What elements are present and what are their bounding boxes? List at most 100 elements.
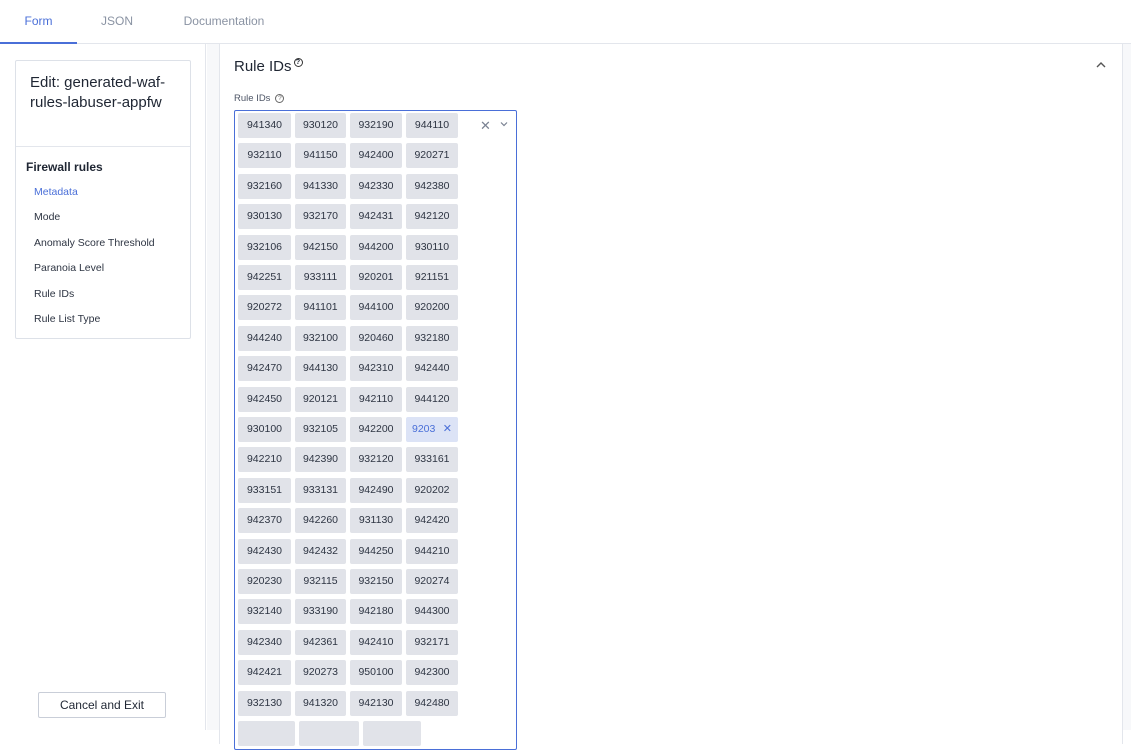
nav-item-metadata[interactable]: Metadata xyxy=(16,180,190,205)
rule-id-chip[interactable]: 941330 xyxy=(295,173,346,199)
rule-id-chip[interactable]: 931130 xyxy=(350,508,402,534)
rule-id-chip[interactable]: 942431 xyxy=(350,204,402,230)
rule-id-chip[interactable]: 941320 xyxy=(295,690,346,716)
rule-id-chip[interactable]: 944100 xyxy=(350,295,402,321)
tab-documentation[interactable]: Documentation xyxy=(174,0,274,44)
rule-id-chip[interactable]: 920230 xyxy=(238,569,291,594)
rule-id-chip[interactable]: 942430 xyxy=(238,538,291,564)
rule-id-chip[interactable]: 942310 xyxy=(350,356,402,382)
rule-id-chip[interactable]: 933190 xyxy=(295,599,346,625)
rule-id-chip[interactable]: 942150 xyxy=(295,234,346,260)
rule-id-chip[interactable]: 932120 xyxy=(350,447,402,473)
rule-id-chip[interactable]: 942480 xyxy=(406,690,458,716)
rule-id-chip[interactable]: 942432 xyxy=(295,538,346,564)
rule-id-chip[interactable]: 932140 xyxy=(238,599,291,625)
rule-id-chip[interactable]: 944110 xyxy=(406,113,458,138)
rule-id-chip[interactable]: 942470 xyxy=(238,356,291,382)
rule-id-chip[interactable]: 933131 xyxy=(295,477,346,503)
rule-id-chip[interactable]: 930100 xyxy=(238,417,291,442)
rule-id-chip[interactable]: 933161 xyxy=(406,447,458,473)
rule-id-chip[interactable] xyxy=(299,721,359,746)
tab-json[interactable]: JSON xyxy=(88,0,146,44)
nav-item-mode[interactable]: Mode xyxy=(16,205,190,230)
rule-id-chip[interactable]: 944130 xyxy=(295,356,346,382)
rule-id-chip[interactable]: 9203 ✕ xyxy=(406,417,458,442)
rule-id-chip[interactable]: 933151 xyxy=(238,477,291,503)
rule-id-chip[interactable]: 942330 xyxy=(350,173,402,199)
rule-id-chip[interactable]: 944200 xyxy=(350,234,402,260)
rule-id-chip[interactable]: 930120 xyxy=(295,113,346,138)
rule-id-chip[interactable]: 942380 xyxy=(406,173,458,199)
rule-id-chip[interactable]: 942421 xyxy=(238,660,291,686)
rule-id-chip[interactable] xyxy=(363,721,421,746)
rule-id-chip[interactable]: 942110 xyxy=(350,386,402,412)
rule-id-chip[interactable]: 920274 xyxy=(406,569,458,594)
rule-id-chip[interactable]: 942180 xyxy=(350,599,402,625)
rule-id-chip[interactable]: 942390 xyxy=(295,447,346,473)
rule-id-chip[interactable]: 942400 xyxy=(350,143,402,169)
rule-id-chip[interactable]: 942210 xyxy=(238,447,291,473)
rule-id-chip[interactable]: 932130 xyxy=(238,690,291,716)
rule-id-chip[interactable]: 944210 xyxy=(406,538,458,564)
rule-id-chip[interactable]: 942340 xyxy=(238,629,291,655)
rule-id-chip[interactable]: 920272 xyxy=(238,295,291,321)
rule-id-chip[interactable]: 920200 xyxy=(406,295,458,321)
rule-id-chip[interactable]: 942361 xyxy=(295,629,346,655)
rule-id-chip[interactable]: 932160 xyxy=(238,173,291,199)
nav-item-rule-list-type[interactable]: Rule List Type xyxy=(16,307,190,332)
question-circle-icon[interactable]: ? xyxy=(293,58,303,67)
rule-id-chip[interactable]: 932105 xyxy=(295,417,346,442)
rule-id-chip[interactable]: 920121 xyxy=(295,386,346,412)
rule-id-chip[interactable]: 920201 xyxy=(350,265,402,290)
rule-id-chip[interactable] xyxy=(238,721,295,746)
rule-id-chip[interactable]: 942410 xyxy=(350,629,402,655)
rule-id-chip[interactable]: 942130 xyxy=(350,690,402,716)
nav-item-rule-ids[interactable]: Rule IDs xyxy=(16,282,190,307)
cancel-and-exit-button[interactable]: Cancel and Exit xyxy=(38,692,166,718)
rule-id-chip[interactable]: 942420 xyxy=(406,508,458,534)
nav-item-paranoia-level[interactable]: Paranoia Level xyxy=(16,256,190,281)
rule-id-chip[interactable]: 933111 xyxy=(295,265,346,290)
rule-id-chip[interactable]: 932150 xyxy=(350,569,402,594)
rule-id-chip[interactable]: 932170 xyxy=(295,204,346,230)
rule-id-chip[interactable]: 932171 xyxy=(406,629,458,655)
rule-id-chip[interactable]: 942251 xyxy=(238,265,291,290)
rule-id-chip[interactable]: 932180 xyxy=(406,325,458,351)
rule-id-chip[interactable]: 942440 xyxy=(406,356,458,382)
rule-id-chip[interactable]: 920273 xyxy=(295,660,346,686)
rule-id-chip[interactable]: 942120 xyxy=(406,204,458,230)
rule-id-chip[interactable]: 920202 xyxy=(406,477,458,503)
rule-id-chip[interactable]: 941150 xyxy=(295,143,346,169)
rule-id-chip[interactable]: 921151 xyxy=(406,265,458,290)
rule-id-chip[interactable]: 950100 xyxy=(350,660,402,686)
tab-form[interactable]: Form xyxy=(0,0,77,44)
rule-id-chip[interactable]: 944250 xyxy=(350,538,402,564)
rule-id-chip[interactable]: 920460 xyxy=(350,325,402,351)
chevron-up-icon[interactable] xyxy=(1094,58,1108,72)
rule-id-chip[interactable]: 932106 xyxy=(238,234,291,260)
rule-id-chip[interactable]: 942260 xyxy=(295,508,346,534)
rule-id-chip[interactable]: 942490 xyxy=(350,477,402,503)
rule-id-chip[interactable]: 932190 xyxy=(350,113,402,138)
rule-id-chip[interactable]: 944240 xyxy=(238,325,291,351)
rule-id-chip[interactable]: 930130 xyxy=(238,204,291,230)
clear-icon[interactable]: ✕ xyxy=(480,118,491,134)
remove-chip-icon[interactable]: ✕ xyxy=(443,417,452,442)
rule-id-chip[interactable]: 942370 xyxy=(238,508,291,534)
rule-id-chip[interactable]: 944120 xyxy=(406,386,458,412)
rule-id-chip[interactable]: 944300 xyxy=(406,599,458,625)
rule-id-chip[interactable]: 941101 xyxy=(295,295,346,321)
rule-id-chip[interactable]: 932115 xyxy=(295,569,346,594)
rule-id-chip[interactable]: 941340 xyxy=(238,113,291,138)
chevron-down-icon[interactable] xyxy=(499,119,509,132)
question-circle-icon[interactable]: ? xyxy=(275,93,285,103)
rule-id-chip[interactable]: 942450 xyxy=(238,386,291,412)
rule-id-chip[interactable]: 932110 xyxy=(238,143,291,169)
rule-id-chip[interactable]: 920271 xyxy=(406,143,458,169)
rule-ids-multiselect[interactable]: 941340 930120 932190 944110 932110 941150 9424… xyxy=(234,110,517,750)
rule-id-chip[interactable]: 930110 xyxy=(406,234,458,260)
rule-id-chip[interactable]: 942200 xyxy=(350,417,402,442)
nav-item-anomaly-score-threshold[interactable]: Anomaly Score Threshold xyxy=(16,231,190,256)
rule-id-chip[interactable]: 932100 xyxy=(295,325,346,351)
rule-id-chip[interactable]: 942300 xyxy=(406,660,458,686)
